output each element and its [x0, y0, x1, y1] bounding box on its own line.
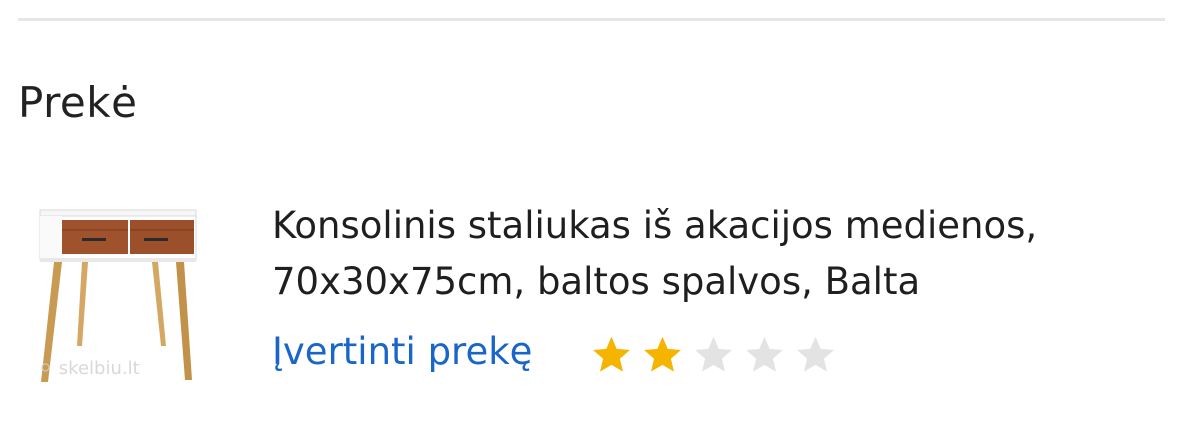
- rate-product-link[interactable]: Įvertinti prekę: [272, 330, 532, 373]
- svg-text:⚪ skelbiu.lt: ⚪ skelbiu.lt: [38, 358, 140, 379]
- console-table-image: ⚪ skelbiu.lt: [38, 209, 197, 382]
- star-4-icon[interactable]: [743, 334, 786, 377]
- product-rating-page: Prekė ⚪ skelbiu.lt Konsolinis staliukas …: [0, 0, 1200, 429]
- product-name-line-2: 70x30x75cm, baltos spalvos, Balta: [272, 260, 921, 303]
- top-divider: [18, 18, 1165, 21]
- product-name-line-1: Konsolinis staliukas iš akacijos medieno…: [272, 204, 1038, 247]
- star-rating[interactable]: [590, 334, 837, 377]
- product-name[interactable]: Konsolinis staliukas iš akacijos medieno…: [272, 198, 1182, 310]
- star-3-icon[interactable]: [692, 334, 735, 377]
- section-title: Prekė: [18, 78, 138, 127]
- star-5-icon[interactable]: [794, 334, 837, 377]
- star-2-icon[interactable]: [641, 334, 684, 377]
- product-image[interactable]: ⚪ skelbiu.lt: [26, 196, 216, 388]
- star-1-icon[interactable]: [590, 334, 633, 377]
